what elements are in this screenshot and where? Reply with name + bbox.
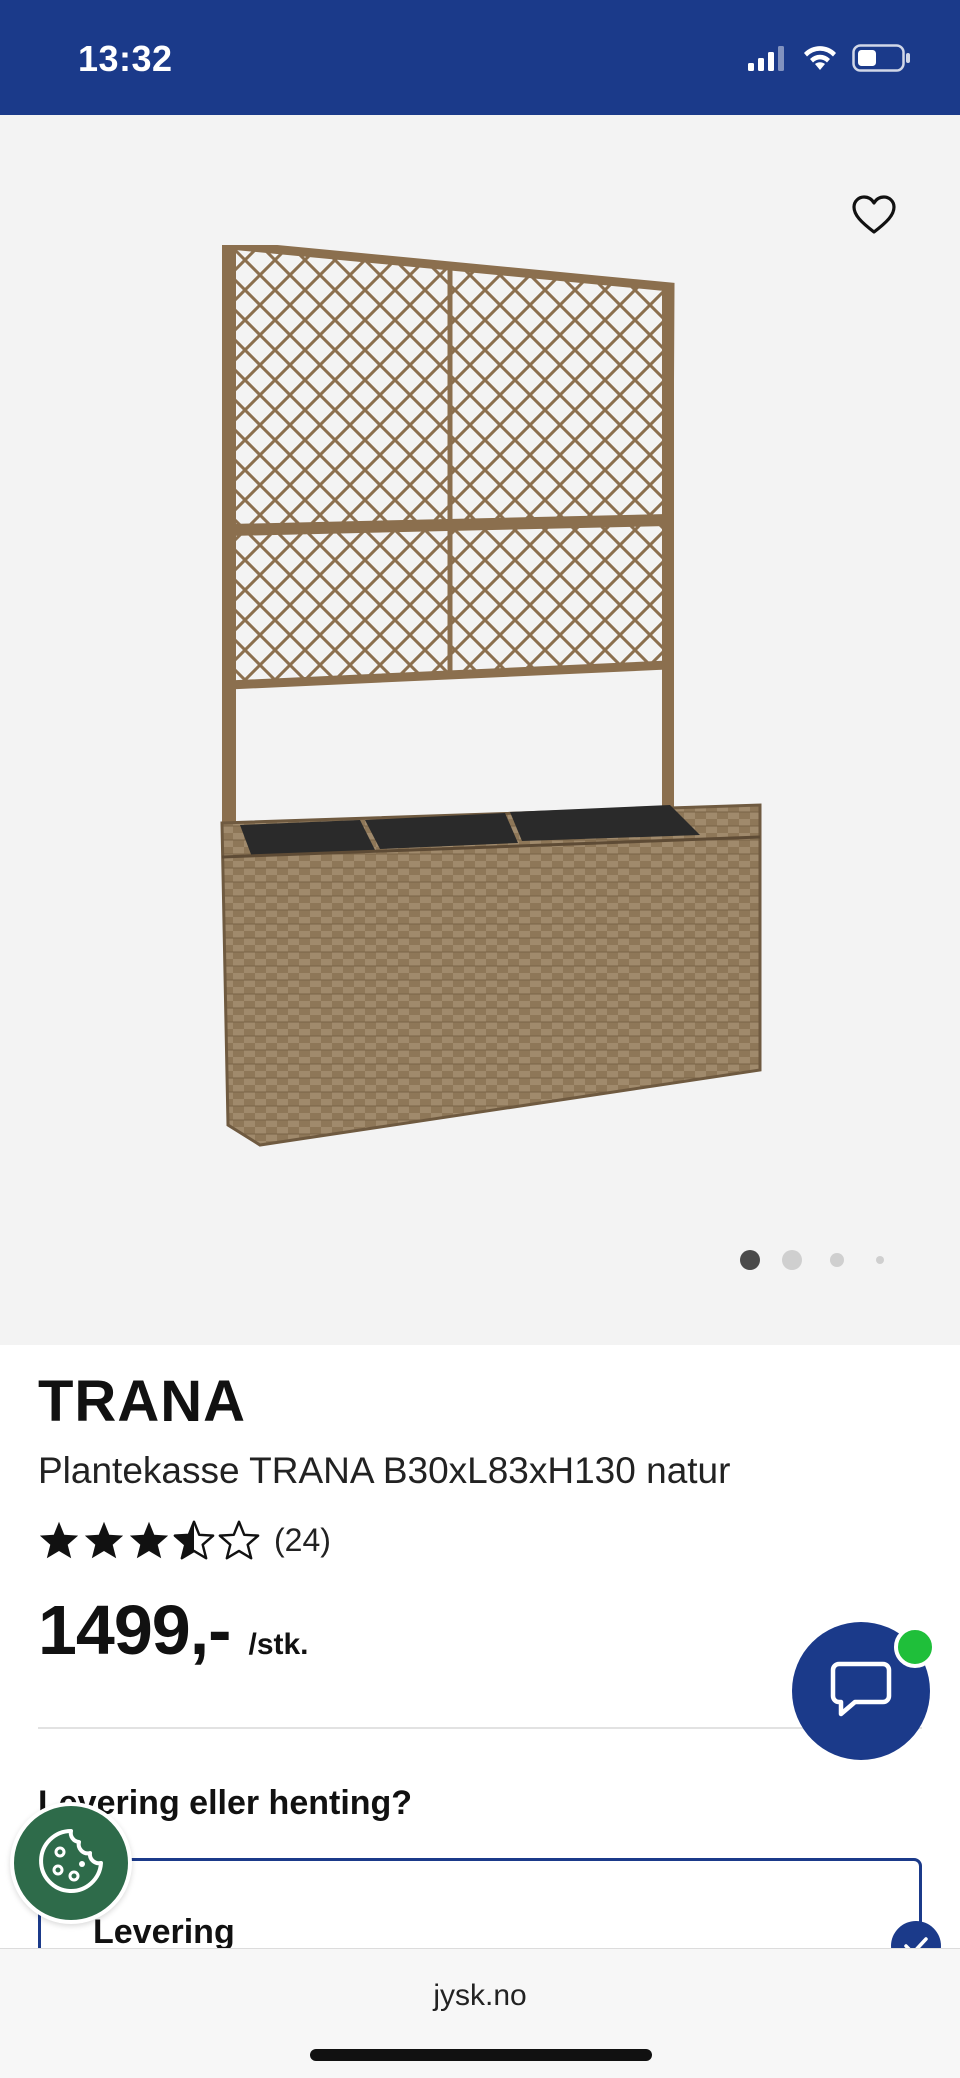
status-icons: [748, 42, 912, 78]
url-bar[interactable]: jysk.no: [0, 1979, 960, 2013]
heart-outline-icon: [851, 194, 897, 241]
pagination-dot[interactable]: [876, 1256, 884, 1264]
chat-bubble-icon: [829, 1658, 893, 1725]
star-empty-icon: [218, 1520, 260, 1560]
cookie-icon: [36, 1826, 106, 1901]
review-count[interactable]: (24): [274, 1522, 331, 1559]
product-title: Plantekasse TRANA B30xL83xH130 natur: [38, 1450, 731, 1491]
pagination-dot[interactable]: [782, 1250, 802, 1270]
chat-button[interactable]: [792, 1622, 936, 1760]
favorite-button[interactable]: [846, 189, 902, 245]
online-status-dot: [894, 1626, 936, 1668]
price-unit: /stk.: [248, 1628, 309, 1661]
star-half-icon: [173, 1520, 215, 1560]
star-full-icon: [129, 1521, 169, 1559]
product-brand: TRANA: [38, 1369, 246, 1434]
product-image-gallery[interactable]: [0, 115, 960, 1345]
battery-icon: [852, 43, 912, 77]
divider: [38, 1727, 922, 1729]
rating-stars: [38, 1520, 260, 1560]
gallery-pagination: [740, 1250, 906, 1270]
pagination-dot[interactable]: [830, 1253, 844, 1267]
star-full-icon: [84, 1521, 124, 1559]
status-bar: 13:32: [0, 0, 960, 115]
cellular-signal-icon: [748, 45, 788, 76]
home-indicator[interactable]: [310, 2049, 652, 2061]
star-full-icon: [39, 1521, 79, 1559]
product-image: [200, 240, 780, 1195]
price-value: 1499,-: [38, 1591, 231, 1669]
wifi-icon: [802, 44, 838, 77]
status-time: 13:32: [78, 38, 173, 79]
delivery-option-label: Levering: [93, 1913, 235, 1951]
browser-bottom-bar: jysk.no: [0, 1948, 960, 2078]
pagination-dot-active[interactable]: [740, 1250, 760, 1270]
cookie-settings-button[interactable]: [10, 1802, 132, 1924]
product-rating[interactable]: (24): [38, 1518, 331, 1562]
product-price: 1499,- /stk.: [38, 1590, 309, 1670]
